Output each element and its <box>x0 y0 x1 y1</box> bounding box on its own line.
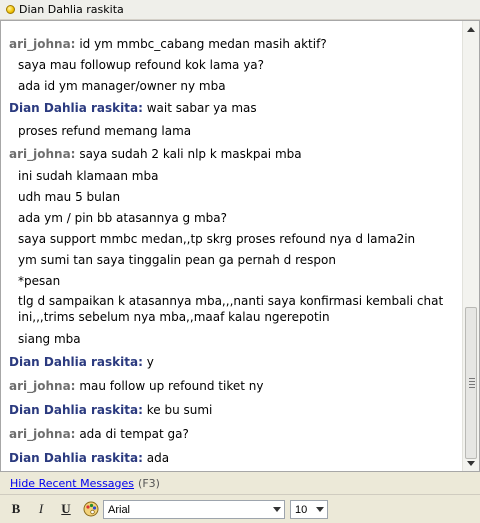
message-line: Dian Dahlia raskita: y <box>9 355 154 369</box>
message-line: ada ym / pin bb atasannya g mba? <box>18 210 227 226</box>
message-text: wait sabar ya mas <box>146 101 257 115</box>
message-line: *pesan <box>18 273 60 289</box>
message-text: mau follow up refound tiket ny <box>79 379 264 393</box>
chat-scrollbar[interactable] <box>462 21 479 471</box>
message-line: tlg d sampaikan k atasannya mba,,,nanti … <box>18 293 456 325</box>
message-text: id ym mmbc_cabang medan masih aktif? <box>79 37 327 51</box>
italic-button[interactable]: I <box>30 498 52 520</box>
message-text: tlg d sampaikan k atasannya mba,,,nanti … <box>18 294 444 324</box>
message-line: saya mau followup refound kok lama ya? <box>18 57 264 73</box>
message-line: siang mba <box>18 331 81 347</box>
chevron-down-icon <box>313 501 327 518</box>
message-line: ari_johna: mau follow up refound tiket n… <box>9 379 264 393</box>
message-text: saya support mmbc medan,,tp skrg proses … <box>18 232 416 246</box>
text-color-button[interactable] <box>80 498 102 520</box>
message-text: ke bu sumi <box>146 403 213 417</box>
message-line: ari_johna: id ym mmbc_cabang medan masih… <box>9 37 327 51</box>
message-text: y <box>146 355 154 369</box>
bold-button[interactable]: B <box>5 498 27 520</box>
message-line: saya support mmbc medan,,tp skrg proses … <box>18 231 415 247</box>
chat-history-panel[interactable]: ari_johna: id ym mmbc_cabang medan masih… <box>0 20 480 472</box>
message-text: udh mau 5 bulan <box>18 190 121 204</box>
shortcut-hint: (F3) <box>138 476 160 490</box>
sender-name: Dian Dahlia raskita <box>9 451 139 465</box>
message-text: ada ym / pin bb atasannya g mba? <box>18 211 227 225</box>
message-line: ari_johna: saya sudah 2 kali nlp k maskp… <box>9 147 302 161</box>
font-family-select[interactable]: Arial <box>103 500 285 519</box>
message-text: saya mau followup refound kok lama ya? <box>18 58 265 72</box>
message-line: Dian Dahlia raskita: ada <box>9 451 170 465</box>
message-line: ini sudah klamaan mba <box>18 168 158 184</box>
sender-name: Dian Dahlia raskita <box>9 101 139 115</box>
message-text: saya sudah 2 kali nlp k maskpai mba <box>79 147 302 161</box>
scrollbar-thumb[interactable] <box>465 307 477 459</box>
message-line: ari_johna: ada di tempat ga? <box>9 427 189 441</box>
message-text: ini sudah klamaan mba <box>18 169 159 183</box>
sender-name: ari_johna <box>9 37 71 51</box>
palette-icon <box>83 501 99 517</box>
window-title-bar: Dian Dahlia raskita <box>0 0 480 20</box>
chevron-down-icon <box>270 501 284 518</box>
message-line: proses refund memang lama <box>18 123 191 139</box>
message-text: ada di tempat ga? <box>79 427 189 441</box>
chat-log: ari_johna: id ym mmbc_cabang medan masih… <box>1 21 462 471</box>
sender-name: ari_johna <box>9 427 71 441</box>
online-status-icon <box>6 5 15 14</box>
message-text: ada <box>146 451 170 465</box>
contact-name: Dian Dahlia raskita <box>19 3 124 16</box>
message-line: Dian Dahlia raskita: wait sabar ya mas <box>9 101 257 115</box>
message-text: ada id ym manager/owner ny mba <box>18 79 226 93</box>
message-text: ym sumi tan saya tinggalin pean ga perna… <box>18 253 336 267</box>
grip-icon <box>469 378 475 390</box>
message-text: proses refund memang lama <box>18 124 192 138</box>
font-size-select[interactable]: 10 <box>290 500 328 519</box>
message-text: siang mba <box>18 332 81 346</box>
format-toolbar: B I U Arial 10 <box>0 494 480 523</box>
message-line: ada id ym manager/owner ny mba <box>18 78 226 94</box>
sender-name: ari_johna <box>9 147 71 161</box>
font-family-value: Arial <box>108 503 131 516</box>
scroll-up-arrow-icon[interactable] <box>464 22 478 36</box>
sender-name: ari_johna <box>9 379 71 393</box>
message-text: *pesan <box>18 274 61 288</box>
message-line: ym sumi tan saya tinggalin pean ga perna… <box>18 252 336 268</box>
hide-recent-messages-link[interactable]: Hide Recent Messages <box>10 477 134 490</box>
sender-name: Dian Dahlia raskita <box>9 403 139 417</box>
sender-name: Dian Dahlia raskita <box>9 355 139 369</box>
underline-button[interactable]: U <box>55 498 77 520</box>
scroll-down-arrow-icon[interactable] <box>464 456 478 470</box>
message-line: Dian Dahlia raskita: ke bu sumi <box>9 403 213 417</box>
message-line: udh mau 5 bulan <box>18 189 120 205</box>
history-toggle-bar: Hide Recent Messages (F3) <box>0 472 480 494</box>
font-size-value: 10 <box>295 503 308 516</box>
